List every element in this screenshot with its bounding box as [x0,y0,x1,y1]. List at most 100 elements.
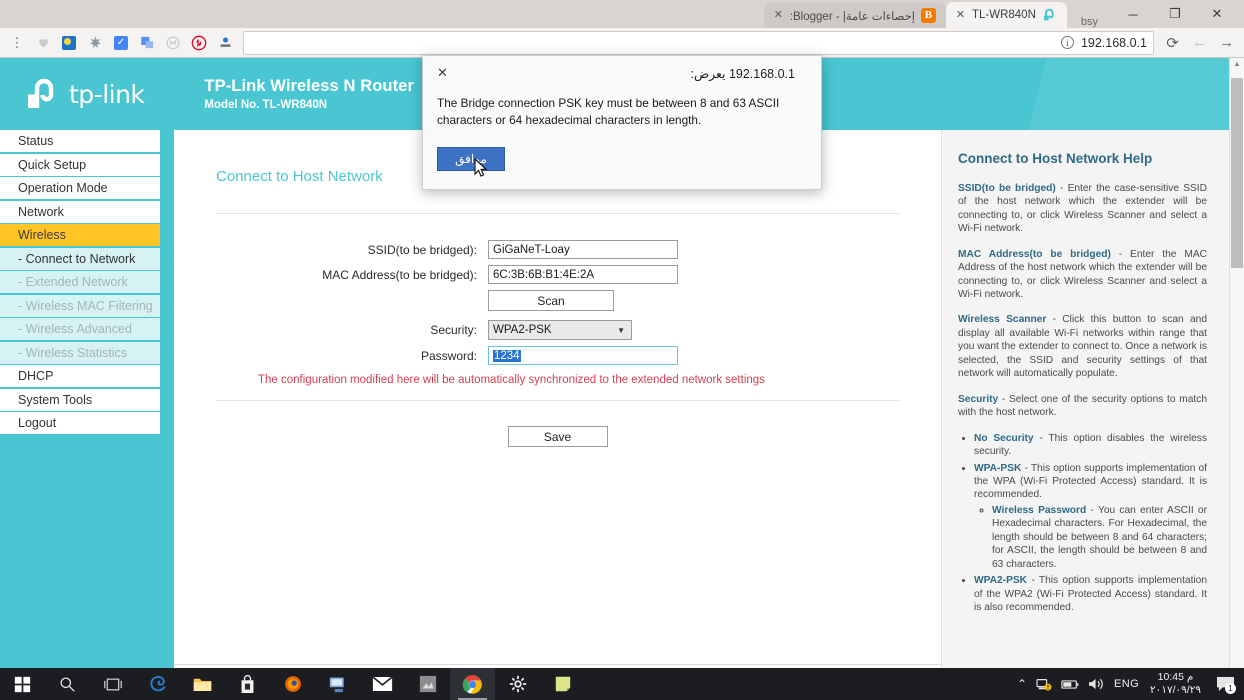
remote-desktop-icon[interactable] [315,668,360,700]
language-indicator[interactable]: ENG [1114,678,1139,690]
sidebar-item-network[interactable]: Network [0,200,160,223]
volume-icon[interactable] [1088,677,1105,691]
extension-star-burst-icon[interactable] [82,30,108,56]
sticky-notes-icon[interactable] [540,668,585,700]
chrome-browser-icon[interactable] [450,668,495,700]
sidebar-item-dhcp[interactable]: DHCP [0,365,160,387]
extension-grey-icon[interactable] [30,30,56,56]
maximize-button[interactable]: ❐ [1154,0,1196,28]
minimize-button[interactable]: ─ [1112,0,1154,28]
tab-label: إحصاءات عامة| - Blogger: [789,10,915,23]
close-icon[interactable]: ✕ [437,66,448,79]
row-mac: MAC Address(to be bridged): 6C:3B:6B:B1:… [216,265,899,284]
sidebar-item-wireless[interactable]: Wireless [0,224,160,246]
security-select-value: WPA2-PSK [493,324,552,336]
dialog-box: ✕ ‎192.168.0.1 يعرض: The Bridge connecti… [422,55,822,190]
window-user-label: bsy [1080,16,1098,28]
scrollbar-track[interactable] [1230,72,1244,686]
js-alert-dialog: ✕ ‎192.168.0.1 يعرض: The Bridge connecti… [422,55,822,190]
mac-input[interactable]: 6C:3B:6B:B1:4E:2A [488,265,678,284]
back-button[interactable]: ← [1186,29,1213,57]
form-divider [216,400,899,401]
sidebar-item-logout[interactable]: Logout [0,412,160,434]
router-title-block: TP-Link Wireless N Router Model No. TL-W… [204,77,414,111]
extension-check-blue-icon[interactable]: ✓ [108,30,134,56]
close-window-button[interactable]: ✕ [1196,0,1238,28]
mail-icon[interactable] [360,668,405,700]
blogger-favicon-letter: B [920,7,936,23]
menu-more-icon[interactable]: ⋮ [4,30,30,56]
extension-blue-photo-icon[interactable] [56,30,82,56]
sidebar-item-wireless-mac-filtering[interactable]: - Wireless MAC Filtering [0,294,160,317]
media-app-icon[interactable] [405,668,450,700]
sidebar-item-quick-setup[interactable]: Quick Setup [0,153,160,176]
extension-translate-icon[interactable] [134,30,160,56]
list-item: WPA2-PSK - This option supports implemen… [974,574,1207,614]
help-key-ssid: SSID(to be bridged) [958,182,1056,194]
mouse-cursor-icon [474,157,489,179]
scroll-up-arrow-icon[interactable]: ▲ [1234,58,1241,72]
settings-gear-icon[interactable] [495,668,540,700]
microsoft-store-icon[interactable] [225,668,270,700]
tab-close-icon[interactable]: ✕ [773,10,784,21]
battery-icon[interactable] [1061,679,1079,690]
edge-browser-icon[interactable] [135,668,180,700]
sidebar-item-operation-mode[interactable]: Operation Mode [0,177,160,199]
row-ssid: SSID(to be bridged): GiGaNeT-Loay [216,240,899,259]
sidebar-item-wireless-statistics[interactable]: - Wireless Statistics [0,341,160,364]
page-scrollbar[interactable]: ▲ ▼ [1229,58,1244,700]
password-input-value: 1234 [493,349,521,362]
chevron-up-icon[interactable]: ⌃ [1017,677,1027,691]
help-paragraph: Security - Select one of the security op… [958,393,1207,420]
extension-m-grey-icon[interactable] [160,30,186,56]
main-column: Connect to Host Network SSID(to be bridg… [174,130,941,700]
sidebar-item-status[interactable]: Status [0,130,160,152]
extension-pin-location-icon[interactable] [212,30,238,56]
clock-date: ٢٠١٧/٠٩/٢٩ [1150,684,1201,696]
browser-toolbar: ⋮ ✓ i 192.168.0.1 ⟳ ← → [0,28,1244,58]
tab-blogger[interactable]: ✕ إحصاءات عامة| - Blogger: B [763,3,946,28]
help-key-no-security: No Security [974,432,1034,444]
search-icon[interactable] [45,668,90,700]
sidebar-item-system-tools[interactable]: System Tools [0,388,160,411]
sidebar-menu: Status Quick Setup Operation Mode Networ… [0,130,160,700]
file-explorer-icon[interactable] [180,668,225,700]
blogger-icon: B [920,7,937,24]
dialog-ok-button[interactable]: موافق [437,146,505,177]
start-windows-icon[interactable] [0,668,45,700]
scan-button[interactable]: Scan [488,290,614,311]
pinterest-icon[interactable] [186,30,212,56]
sidebar-item-extended-network[interactable]: - Extended Network [0,271,160,293]
firefox-browser-icon[interactable] [270,668,315,700]
row-scan: Scan [216,290,899,311]
router-model: Model No. TL-WR840N [204,99,328,111]
help-key-wpa-psk: WPA-PSK [974,462,1022,474]
ssid-input[interactable]: GiGaNeT-Loay [488,240,678,259]
dialog-message: The Bridge connection PSK key must be be… [437,96,780,127]
tp-link-logo: tp-link [26,77,145,111]
site-info-icon[interactable]: i [1060,36,1074,49]
navigation-buttons: ⟳ ← → [1159,29,1240,57]
scrollbar-thumb[interactable] [1231,78,1243,268]
password-input[interactable]: 1234 [488,346,678,365]
security-select[interactable]: WPA2-PSK ▼ [488,320,632,340]
mac-input-value: 6C:3B:6B:B1:4E:2A [493,268,595,281]
reload-button[interactable]: ⟳ [1159,29,1186,57]
address-bar[interactable]: i 192.168.0.1 [243,30,1154,55]
sidebar-item-wireless-advanced[interactable]: - Wireless Advanced [0,318,160,340]
help-sub-list: Wireless Password - You can enter ASCII … [992,504,1207,571]
taskbar-apps [0,668,585,700]
help-key-wireless-password: Wireless Password [992,504,1087,516]
sidebar-item-connect-to-network[interactable]: - Connect to Network [0,247,160,270]
tab-tl-wr840n[interactable]: ✕ TL-WR840N [945,2,1067,28]
network-warning-icon[interactable] [1036,677,1052,691]
task-view-icon[interactable] [90,668,135,700]
dialog-button-row: موافق [437,146,805,177]
tab-close-icon[interactable]: ✕ [955,9,966,21]
forward-button[interactable]: → [1213,29,1240,57]
notification-icon[interactable]: 1 [1212,668,1238,700]
save-button[interactable]: Save [507,426,608,447]
url-text: 192.168.0.1 [1080,35,1147,50]
help-key-scanner: Wireless Scanner [958,314,1047,326]
clock[interactable]: 10:45 م ٢٠١٧/٠٩/٢٩ [1148,671,1203,697]
